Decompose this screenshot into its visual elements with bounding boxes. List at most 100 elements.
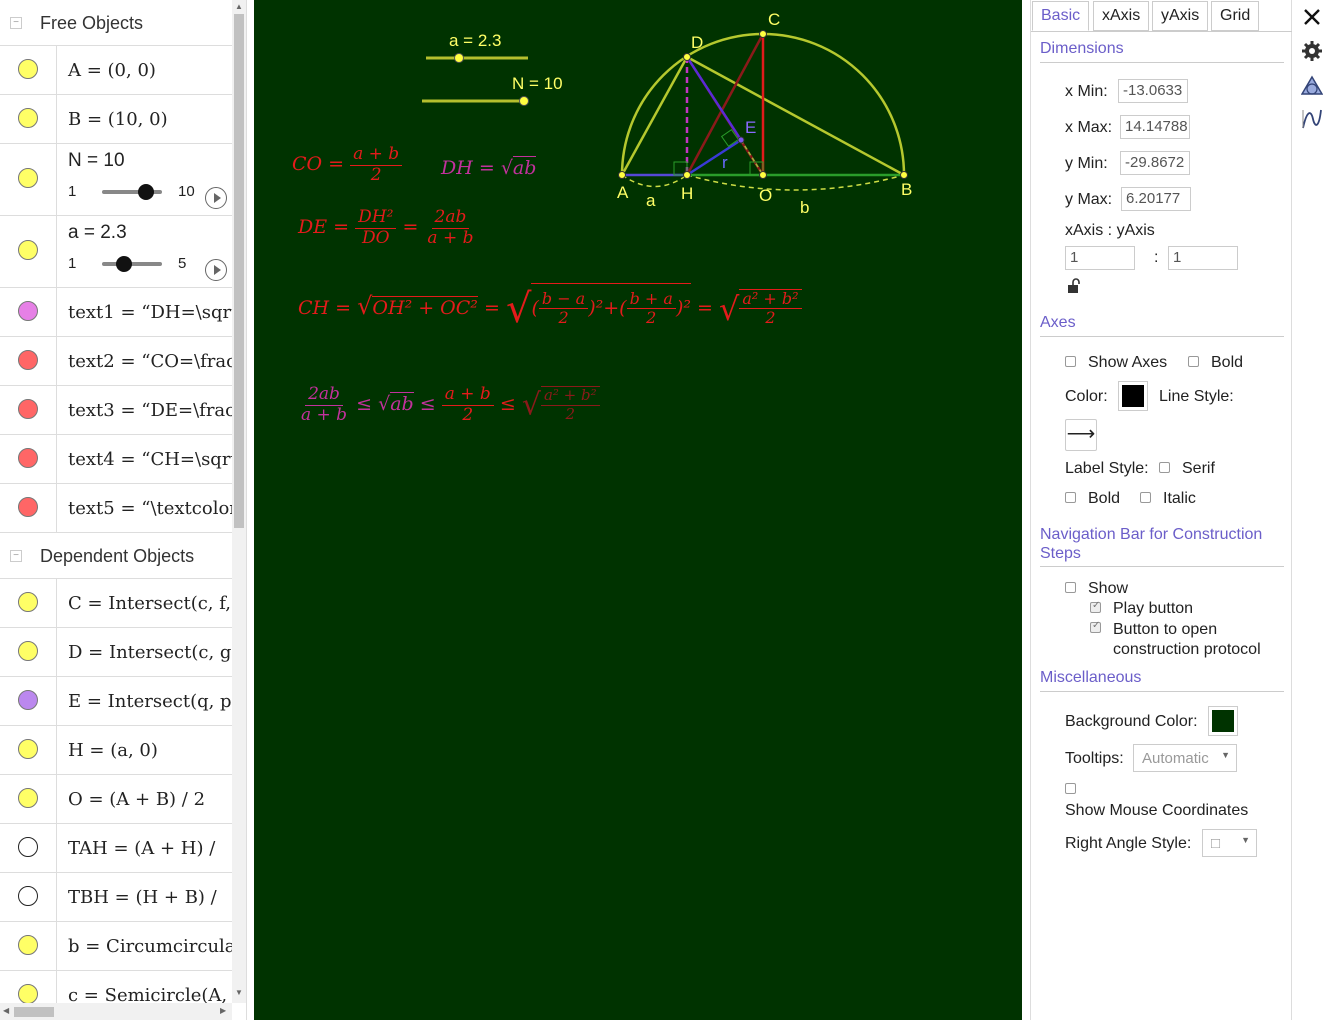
- tooltips-select[interactable]: Automatic ▼: [1133, 744, 1237, 772]
- visibility-toggle[interactable]: [18, 690, 38, 710]
- xmax-input[interactable]: 14.14788: [1120, 115, 1190, 139]
- algebra-row-N[interactable]: N = 10 1 10: [0, 144, 232, 216]
- algebra-row-B[interactable]: B = (10, 0): [0, 95, 232, 144]
- segment-AD[interactable]: [620, 56, 689, 176]
- play-button-checkbox[interactable]: [1090, 600, 1101, 613]
- algebra-item-text[interactable]: text4 = “CH=\sqrt{: [68, 449, 232, 470]
- ymin-input[interactable]: -29.8672: [1120, 151, 1190, 175]
- visibility-toggle[interactable]: [18, 984, 38, 1004]
- algebra-row-C[interactable]: C = Intersect(c, f, 1: [0, 579, 232, 628]
- axes-bold-checkbox[interactable]: [1188, 356, 1199, 367]
- free-objects-header[interactable]: − Free Objects: [0, 0, 232, 46]
- algebra-item-text[interactable]: TBH = (H + B) /: [68, 887, 217, 908]
- scrollbar-thumb[interactable]: [14, 1007, 54, 1017]
- formula-dh[interactable]: DH = √ab: [441, 156, 537, 179]
- serif-checkbox[interactable]: [1159, 462, 1170, 473]
- algebra-row-TAH[interactable]: TAH = (A + H) /: [0, 824, 232, 873]
- tab-basic[interactable]: Basic: [1032, 1, 1090, 31]
- algebra-row-text5[interactable]: text5 = “\textcolor{: [0, 484, 232, 533]
- label-bold-checkbox[interactable]: [1065, 492, 1076, 503]
- visibility-toggle[interactable]: [18, 168, 38, 188]
- algebra-item-text[interactable]: text2 = “CO=\frac{: [68, 351, 232, 372]
- algebra-item-text[interactable]: H = (a, 0): [68, 740, 158, 761]
- algebra-row-text3[interactable]: text3 = “DE=\frac{: [0, 386, 232, 435]
- algebra-row-b[interactable]: b = CircumcircularA: [0, 922, 232, 971]
- algebra-item-text[interactable]: text3 = “DE=\frac{: [68, 400, 232, 421]
- visibility-toggle[interactable]: [18, 350, 38, 370]
- play-icon[interactable]: [205, 187, 227, 209]
- graphics-triangle-icon[interactable]: [1300, 75, 1324, 97]
- point-A[interactable]: [618, 171, 626, 179]
- algebra-row-text4[interactable]: text4 = “CH=\sqrt{: [0, 435, 232, 484]
- algebra-item-text[interactable]: D = Intersect(c, g,: [68, 642, 232, 663]
- visibility-toggle[interactable]: [18, 497, 38, 517]
- unlock-icon[interactable]: [1067, 278, 1083, 294]
- nav-show-checkbox[interactable]: [1065, 582, 1076, 593]
- xmin-input[interactable]: -13.0633: [1118, 79, 1188, 103]
- view-splitter[interactable]: [246, 0, 254, 1020]
- visibility-toggle[interactable]: [18, 301, 38, 321]
- background-color-swatch[interactable]: [1208, 706, 1238, 736]
- visibility-toggle[interactable]: [18, 240, 38, 260]
- view-splitter[interactable]: [1022, 0, 1030, 1020]
- close-icon[interactable]: [1301, 6, 1323, 28]
- algebra-row-TBH[interactable]: TBH = (H + B) /: [0, 873, 232, 922]
- algebra-row-D[interactable]: D = Intersect(c, g,: [0, 628, 232, 677]
- tab-grid[interactable]: Grid: [1211, 1, 1260, 31]
- slider-n-knob[interactable]: [519, 96, 529, 106]
- graphics-view[interactable]: a = 2.3 N = 10 A H O B C D a b E r CO = …: [254, 0, 1022, 1020]
- formula-ch[interactable]: CH = √OH² + OC² = √(b − a 2)²+(b + a 2)² =…: [298, 283, 802, 332]
- segment-DE[interactable]: [685, 56, 743, 141]
- visibility-toggle[interactable]: [18, 108, 38, 128]
- visibility-toggle[interactable]: [18, 837, 38, 857]
- algebra-row-text2[interactable]: text2 = “CO=\frac{: [0, 337, 232, 386]
- point-D[interactable]: [683, 53, 691, 61]
- formula-de[interactable]: DE = DH² DO = 2ab a + b: [298, 207, 476, 248]
- visibility-toggle[interactable]: [18, 641, 38, 661]
- function-graph-icon[interactable]: [1301, 108, 1323, 130]
- scroll-up-icon[interactable]: ▲: [235, 2, 243, 11]
- slider-knob[interactable]: [138, 184, 154, 200]
- ratio-y-input[interactable]: 1: [1168, 246, 1238, 270]
- algebra-item-text[interactable]: C = Intersect(c, f, 1: [68, 593, 232, 614]
- slider-value[interactable]: a = 2.3: [68, 222, 127, 244]
- visibility-toggle[interactable]: [18, 886, 38, 906]
- scroll-right-icon[interactable]: ▶: [220, 1006, 226, 1015]
- algebra-item-text[interactable]: TAH = (A + H) /: [68, 838, 215, 859]
- algebra-row-A[interactable]: A = (0, 0): [0, 46, 232, 95]
- formula-inequality[interactable]: 2ab a + b ≤ √ab ≤ a + b2 ≤ √ a² + b² 2: [298, 384, 600, 425]
- line-style-arrow-icon[interactable]: ⟶: [1065, 419, 1097, 451]
- gear-icon[interactable]: [1301, 40, 1323, 62]
- visibility-toggle[interactable]: [18, 935, 38, 955]
- tab-xaxis[interactable]: xAxis: [1093, 1, 1150, 31]
- algebra-item-text[interactable]: B = (10, 0): [68, 109, 168, 130]
- scroll-left-icon[interactable]: ◀: [3, 1006, 9, 1015]
- arc-b[interactable]: [686, 174, 905, 191]
- point-H[interactable]: [683, 171, 691, 179]
- algebra-row-text1[interactable]: text1 = “DH=\sqrt{: [0, 288, 232, 337]
- scroll-down-icon[interactable]: ▼: [235, 988, 243, 997]
- show-axes-checkbox[interactable]: [1065, 356, 1076, 367]
- algebra-row-E[interactable]: E = Intersect(q, p): [0, 677, 232, 726]
- ymax-input[interactable]: 6.20177: [1121, 187, 1191, 211]
- visibility-toggle[interactable]: [18, 739, 38, 759]
- visibility-toggle[interactable]: [18, 592, 38, 612]
- arc-a[interactable]: [621, 174, 688, 188]
- collapse-icon[interactable]: −: [10, 550, 22, 562]
- algebra-row-a[interactable]: a = 2.3 1 5: [0, 216, 232, 288]
- dependent-objects-header[interactable]: − Dependent Objects: [0, 533, 232, 579]
- italic-checkbox[interactable]: [1140, 492, 1151, 503]
- algebra-item-text[interactable]: text5 = “\textcolor{: [68, 498, 232, 519]
- point-O[interactable]: [759, 171, 767, 179]
- slider-a-knob[interactable]: [454, 53, 464, 63]
- algebra-vertical-scrollbar[interactable]: ▲ ▼: [232, 0, 246, 1003]
- algebra-item-text[interactable]: E = Intersect(q, p): [68, 691, 232, 712]
- visibility-toggle[interactable]: [18, 59, 38, 79]
- tab-yaxis[interactable]: yAxis: [1152, 1, 1209, 31]
- slider-value[interactable]: N = 10: [68, 150, 125, 172]
- point-E[interactable]: [737, 136, 745, 144]
- algebra-horizontal-scrollbar[interactable]: ◀ ▶: [0, 1003, 232, 1020]
- mouse-coordinates-checkbox[interactable]: [1065, 783, 1076, 794]
- slider-track[interactable]: [102, 262, 162, 266]
- formula-co[interactable]: CO = a + b2: [292, 144, 403, 185]
